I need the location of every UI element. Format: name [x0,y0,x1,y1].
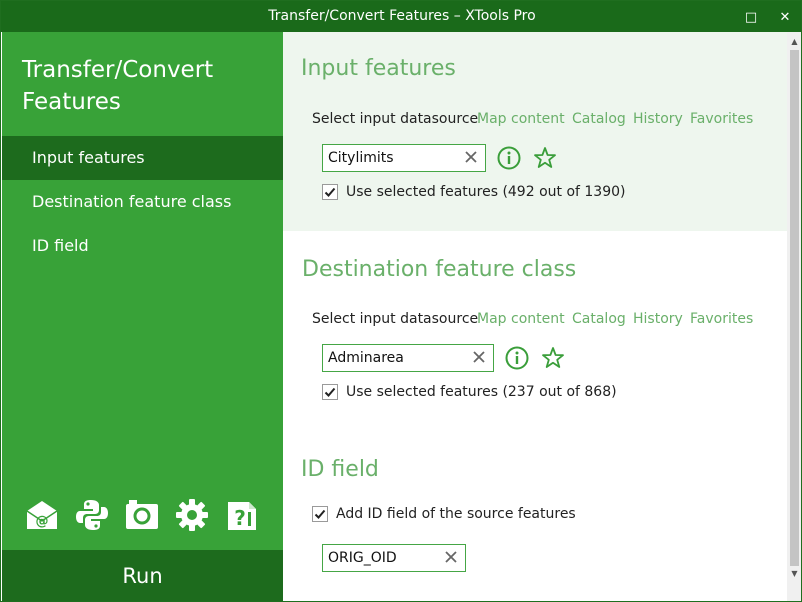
input-features-value: Citylimits [328,150,394,166]
main-content: Input features Select input datasource M… [283,32,787,601]
close-button[interactable]: ✕ [775,7,795,27]
id-field-title: ID field [301,457,379,482]
maximize-button[interactable]: □ [741,7,761,27]
svg-text:?: ? [234,506,246,530]
sidebar-item-label: Input features [32,148,145,167]
use-selected-input-checkbox[interactable] [322,184,338,200]
input-features-field[interactable]: Citylimits [322,144,486,172]
scroll-thumb[interactable] [790,50,799,566]
clear-icon[interactable] [443,549,459,565]
gear-icon[interactable] [174,497,210,533]
destination-title: Destination feature class [302,257,577,282]
help-icon[interactable]: ? [224,497,260,533]
use-selected-destination-label: Use selected features (237 out of 868) [346,384,617,400]
use-selected-destination-checkbox[interactable] [322,384,338,400]
email-icon[interactable]: @ [24,497,60,533]
clear-icon[interactable] [463,149,479,165]
sidebar: Transfer/Convert Features Input features… [2,32,283,601]
info-icon[interactable] [504,345,530,371]
favorite-star-icon[interactable] [532,145,558,171]
sidebar-item-input-features[interactable]: Input features [2,136,283,180]
sidebar-app-title: Transfer/Convert Features [22,57,214,115]
add-id-field-checkbox[interactable] [312,506,328,522]
close-icon: ✕ [779,9,791,25]
input-link-map-content[interactable]: Map content [477,111,565,127]
input-link-favorites[interactable]: Favorites [690,111,753,127]
svg-text:@: @ [36,514,49,529]
use-selected-input-label: Use selected features (492 out of 1390) [346,184,626,200]
input-link-history[interactable]: History [633,111,683,127]
destination-field[interactable]: Adminarea [322,344,494,372]
input-source-label: Select input datasource [312,111,479,127]
sidebar-item-label: ID field [32,236,89,255]
sidebar-item-destination-feature-class[interactable]: Destination feature class [2,180,283,224]
destination-link-favorites[interactable]: Favorites [690,311,753,327]
window-title: Transfer/Convert Features – XTools Pro [268,8,536,24]
checkmark-icon [324,187,336,197]
tools-bar: @ ? [24,497,274,533]
destination-link-catalog[interactable]: Catalog [572,311,626,327]
input-features-title: Input features [301,56,456,81]
scroll-down-icon[interactable]: ▼ [787,565,801,581]
camera-icon[interactable] [124,497,160,533]
id-field-input[interactable]: ORIG_OID [322,544,466,572]
clear-icon[interactable] [471,349,487,365]
destination-source-label: Select input datasource [312,311,479,327]
title-bar: Transfer/Convert Features – XTools Pro □… [1,1,801,32]
maximize-icon: □ [744,9,758,25]
run-button[interactable]: Run [2,550,283,601]
scroll-up-icon[interactable]: ▲ [787,33,801,49]
app-window: Transfer/Convert Features – XTools Pro □… [0,0,802,602]
python-icon[interactable] [74,497,110,533]
checkmark-icon [324,387,336,397]
vertical-scrollbar[interactable]: ▲ ▼ [787,32,801,601]
input-link-catalog[interactable]: Catalog [572,111,626,127]
destination-link-history[interactable]: History [633,311,683,327]
run-label: Run [122,564,163,588]
add-id-field-label: Add ID field of the source features [336,506,576,522]
destination-link-map-content[interactable]: Map content [477,311,565,327]
checkmark-icon [314,509,326,519]
sidebar-item-id-field[interactable]: ID field [2,224,283,268]
sidebar-item-label: Destination feature class [32,192,232,211]
favorite-star-icon[interactable] [540,345,566,371]
id-field-value: ORIG_OID [328,550,397,566]
info-icon[interactable] [496,145,522,171]
destination-value: Adminarea [328,350,404,366]
